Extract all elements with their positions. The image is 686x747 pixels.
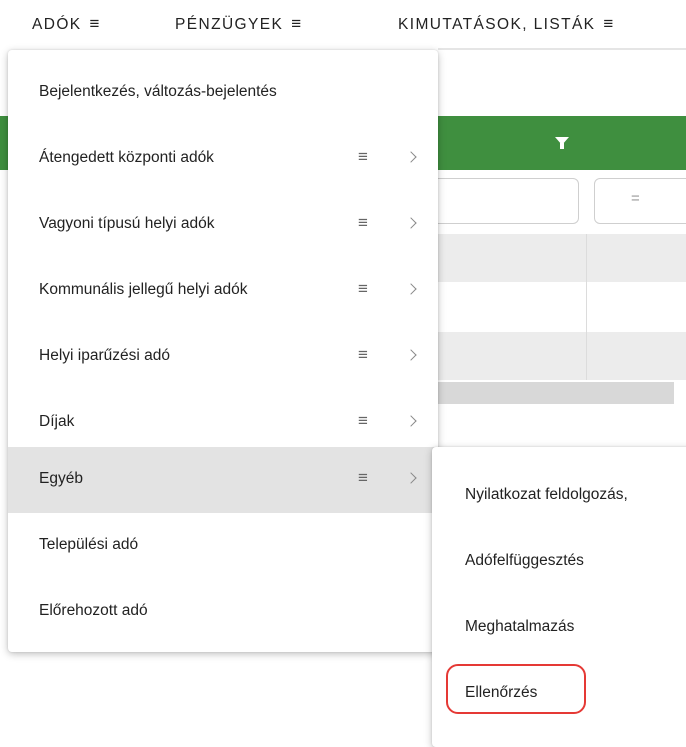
nav-menu-kimutatasok-label: KIMUTATÁSOK, LISTÁK	[398, 16, 596, 33]
chevron-right-icon[interactable]	[405, 151, 417, 163]
menu-item-label: Helyi iparűzési adó	[39, 347, 170, 364]
submenu-item-nyilatkozat-feldolgozas[interactable]: Nyilatkozat feldolgozás,	[432, 463, 686, 529]
menu-item-label: Vagyoni típusú helyi adók	[39, 215, 215, 232]
hamburger-icon[interactable]: ≡	[358, 345, 368, 365]
menu-item-helyi-iparuzesi-ado[interactable]: Helyi iparűzési adó ≡	[8, 324, 438, 390]
filter-operator-label: =	[631, 190, 640, 207]
submenu-item-meghatalmazas[interactable]: Meghatalmazás	[432, 595, 686, 661]
horizontal-scrollbar[interactable]	[438, 382, 674, 404]
filter-icon[interactable]	[555, 137, 569, 149]
menu-item-label: Kommunális jellegű helyi adók	[39, 281, 248, 298]
menu-item-label: Egyéb	[39, 470, 83, 487]
submenu-item-adofelfuggesztes[interactable]: Adófelfüggesztés	[432, 529, 686, 595]
scrollbar-track-end	[674, 382, 686, 404]
hamburger-icon[interactable]: ≡	[358, 147, 368, 167]
menu-item-label: Díjak	[39, 413, 75, 430]
hamburger-icon[interactable]: ≡	[358, 411, 368, 431]
menu-item-kommunalis-jellegu-helyi-adok[interactable]: Kommunális jellegű helyi adók ≡	[8, 258, 438, 324]
hamburger-icon: ≡	[89, 14, 100, 33]
chevron-right-icon[interactable]	[405, 415, 417, 427]
menu-item-label: Bejelentkezés, változás-bejelentés	[39, 83, 277, 100]
menu-item-label: Előrehozott adó	[39, 602, 148, 619]
table-header-left-edge	[0, 116, 8, 170]
submenu-item-label: Nyilatkozat feldolgozás,	[465, 486, 628, 503]
chevron-right-icon[interactable]	[405, 283, 417, 295]
hamburger-icon[interactable]: ≡	[358, 279, 368, 299]
nav-menu-adok-label: ADÓK	[32, 16, 82, 33]
hamburger-icon[interactable]: ≡	[358, 213, 368, 233]
submenu-item-label: Meghatalmazás	[465, 618, 575, 635]
menu-item-label: Átengedett központi adók	[39, 149, 214, 166]
submenu-item-label: Adófelfüggesztés	[465, 552, 584, 569]
table-row[interactable]	[438, 332, 686, 380]
menu-item-bejelentkezes[interactable]: Bejelentkezés, változás-bejelentés	[8, 60, 438, 126]
menu-item-telepulesi-ado[interactable]: Települési adó	[8, 513, 438, 579]
top-navigation: ADÓK ≡ PÉNZÜGYEK ≡ KIMUTATÁSOK, LISTÁK ≡	[0, 0, 686, 48]
chevron-right-icon[interactable]	[405, 217, 417, 229]
hamburger-icon: ≡	[603, 14, 614, 33]
chevron-right-icon[interactable]	[405, 349, 417, 361]
menu-item-vagyoni-tipusu-helyi-adok[interactable]: Vagyoni típusú helyi adók ≡	[8, 192, 438, 258]
table-row[interactable]	[438, 234, 686, 282]
nav-menu-kimutatasok[interactable]: KIMUTATÁSOK, LISTÁK ≡	[398, 14, 613, 34]
nav-menu-adok[interactable]: ADÓK ≡	[32, 14, 99, 34]
nav-menu-penzugyek[interactable]: PÉNZÜGYEK ≡	[175, 14, 301, 34]
chevron-right-icon[interactable]	[405, 472, 417, 484]
menu-item-elorehozott-ado[interactable]: Előrehozott adó	[8, 579, 438, 645]
hamburger-icon: ≡	[291, 14, 302, 33]
filter-operator-input[interactable]	[594, 178, 686, 224]
column-divider	[586, 234, 587, 380]
divider	[438, 48, 686, 50]
filter-input[interactable]	[438, 178, 579, 224]
adok-dropdown-menu: Bejelentkezés, változás-bejelentés Áteng…	[8, 50, 438, 652]
menu-item-label: Települési adó	[39, 536, 139, 553]
menu-item-egyeb[interactable]: Egyéb ≡	[8, 447, 438, 513]
hamburger-icon[interactable]: ≡	[358, 468, 368, 488]
highlight-annotation-ring	[446, 664, 586, 714]
nav-menu-penzugyek-label: PÉNZÜGYEK	[175, 16, 284, 33]
menu-item-atengedett-kozponti-adok[interactable]: Átengedett központi adók ≡	[8, 126, 438, 192]
